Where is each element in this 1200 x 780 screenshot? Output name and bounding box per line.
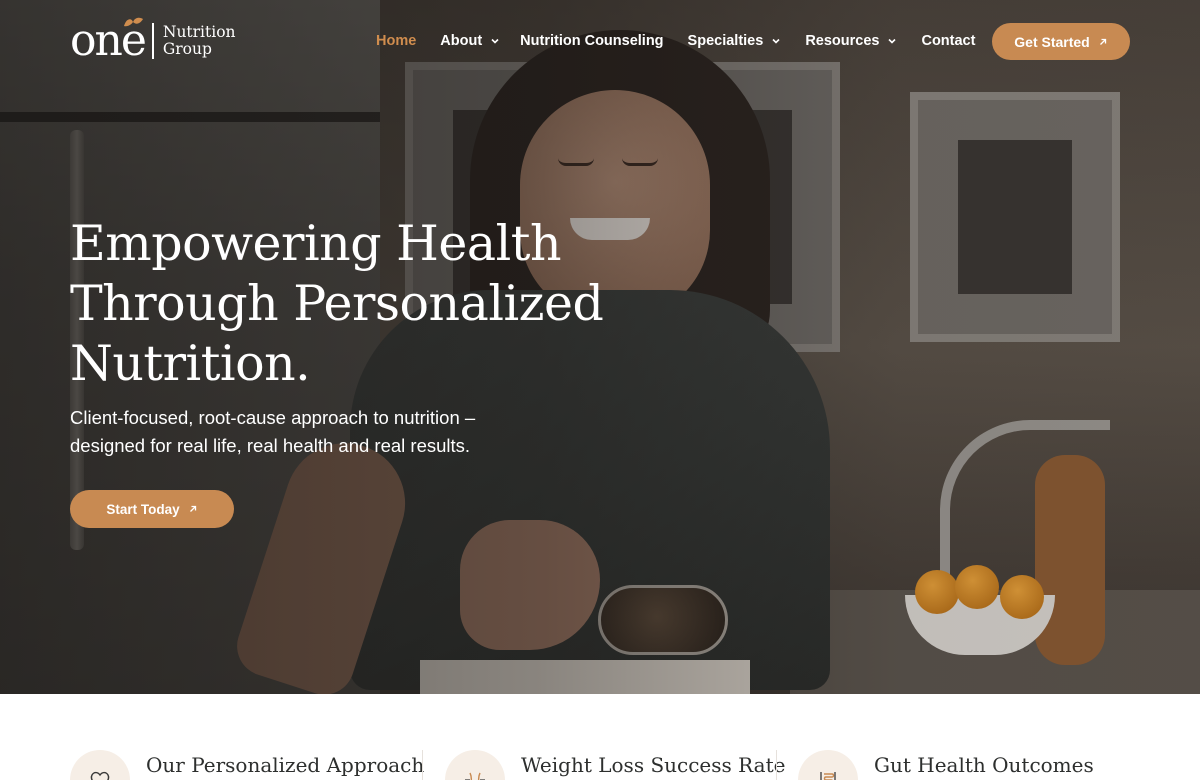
nav-item-resources[interactable]: Resources bbox=[805, 33, 897, 49]
features-strip: Our Personalized Approach Weight Loss Su… bbox=[0, 694, 1200, 780]
feature-weight-loss[interactable]: Weight Loss Success Rate bbox=[445, 750, 785, 780]
chevron-down-icon bbox=[772, 38, 780, 44]
feature-icon-wrap bbox=[798, 750, 858, 780]
get-started-button[interactable]: Get Started bbox=[992, 23, 1130, 60]
feature-title: Gut Health Outcomes bbox=[874, 753, 1094, 777]
feature-icon-wrap bbox=[70, 750, 130, 780]
waist-measure-icon bbox=[465, 772, 485, 780]
nav-item-nutrition-counseling[interactable]: Nutrition Counseling bbox=[520, 33, 663, 49]
chevron-down-icon bbox=[491, 38, 499, 44]
chevron-down-icon bbox=[888, 38, 897, 44]
heart-icon bbox=[90, 771, 110, 780]
arrow-up-right-icon bbox=[1099, 38, 1106, 45]
main-nav: Home About Nutrition Counseling Specialt… bbox=[376, 31, 975, 51]
logo-subtext: Nutrition Group bbox=[162, 23, 236, 58]
arrow-up-right-icon bbox=[189, 505, 196, 512]
nav-item-specialties[interactable]: Specialties bbox=[688, 33, 782, 49]
feature-divider bbox=[776, 750, 777, 780]
leaf-icon bbox=[124, 17, 143, 27]
feature-title: Weight Loss Success Rate bbox=[521, 753, 786, 777]
start-today-button[interactable]: Start Today bbox=[70, 490, 234, 528]
feature-divider bbox=[422, 750, 423, 780]
hero-subtitle: Client-focused, root-cause approach to n… bbox=[70, 407, 476, 456]
site-logo[interactable]: one Nutrition Group bbox=[70, 18, 236, 64]
feature-icon-wrap bbox=[445, 750, 505, 780]
nav-item-home[interactable]: Home bbox=[376, 33, 416, 49]
gut-icon bbox=[820, 772, 836, 780]
nav-item-contact[interactable]: Contact bbox=[921, 33, 975, 49]
feature-gut-health[interactable]: Gut Health Outcomes bbox=[798, 750, 1094, 780]
feature-title: Our Personalized Approach bbox=[146, 753, 425, 777]
hero-title: Empowering Health Through Personalized N… bbox=[70, 215, 604, 392]
feature-personalized-approach[interactable]: Our Personalized Approach bbox=[70, 750, 424, 780]
hero-section: one Nutrition Group Home About Nutrition… bbox=[0, 0, 1200, 694]
logo-divider bbox=[151, 23, 154, 59]
nav-item-about[interactable]: About bbox=[440, 33, 500, 49]
